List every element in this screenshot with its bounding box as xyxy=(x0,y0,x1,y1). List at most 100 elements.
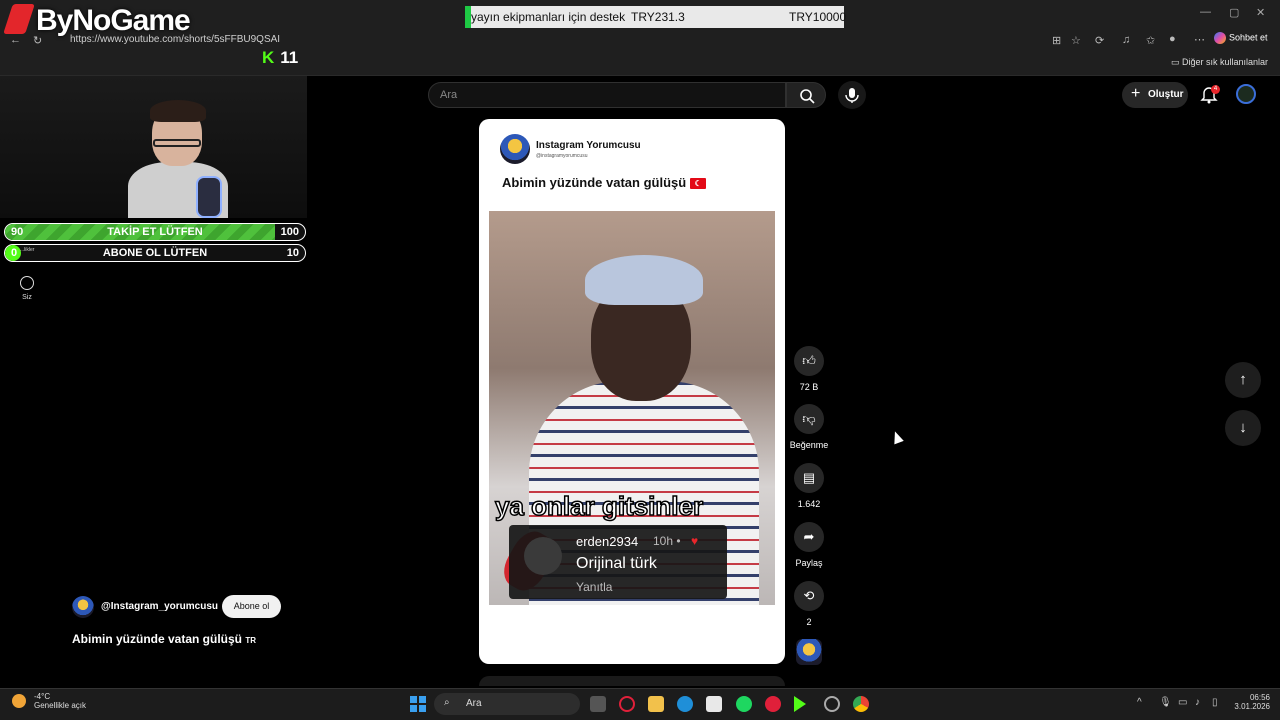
favorites-icon[interactable]: ✩ xyxy=(1146,34,1155,47)
copilot-icon xyxy=(1214,32,1226,44)
copilot-button[interactable]: Sohbet et xyxy=(1214,32,1274,48)
favorite-star-icon[interactable]: ☆ xyxy=(1071,34,1081,47)
follow-goal-target: 100 xyxy=(280,226,299,238)
ig-avatar xyxy=(500,134,530,164)
other-bookmarks-label: Diğer sık kullanılanlar xyxy=(1181,57,1268,67)
comment-time-value: 10h xyxy=(653,534,674,548)
goal-small-label: ...likler xyxy=(20,247,35,253)
mouse-cursor xyxy=(890,429,904,445)
subscribe-button[interactable]: Abone ol xyxy=(222,595,281,618)
bynogame-logo-text: ByNoGame xyxy=(36,4,191,37)
other-bookmarks[interactable]: ▭ Diğer sık kullanılanlar xyxy=(1171,57,1268,68)
tray-network-icon[interactable]: ▭ xyxy=(1178,697,1187,708)
windows-start-icon[interactable] xyxy=(410,696,426,712)
weather-widget[interactable]: -4°C Genellikle açık xyxy=(12,692,86,710)
donation-goal-bar: yayın ekipmanları için destek TRY231.3 T… xyxy=(465,6,847,28)
comment-icon: ▤ xyxy=(794,463,824,493)
minimize-icon[interactable]: — xyxy=(1200,6,1211,18)
dislike-button[interactable]: 👎︎ Beğenme xyxy=(789,404,829,450)
comment-count: 1.642 xyxy=(797,499,821,509)
next-short-button[interactable]: ↓ xyxy=(1225,410,1261,446)
edge-icon[interactable] xyxy=(677,696,693,712)
tray-battery-icon[interactable]: ▯ xyxy=(1212,697,1218,708)
comments-button[interactable]: ▤ 1.642 xyxy=(789,463,829,509)
profile-icon[interactable]: ● xyxy=(1169,33,1176,45)
notification-badge: 4 xyxy=(1211,85,1220,94)
heart-icon: ♥ xyxy=(691,534,699,548)
extension-icon[interactable]: ⟳ xyxy=(1095,34,1104,47)
read-aloud-icon[interactable]: ♫ xyxy=(1122,34,1130,46)
arrow-up-icon: ↑ xyxy=(1239,371,1247,388)
remix-button[interactable]: ⟲ 2 xyxy=(789,581,829,627)
turkey-flag-icon: ☾ xyxy=(690,178,707,190)
share-icon: ➦ xyxy=(794,522,824,552)
video-caption: ya onlar gitsinler xyxy=(494,490,704,522)
thumbs-down-icon: 👎︎ xyxy=(794,404,824,434)
donation-goal: TRY10000 xyxy=(789,10,847,24)
ig-channel-name: Instagram Yorumcusu xyxy=(536,140,641,151)
create-label: Oluştur xyxy=(1148,89,1184,100)
create-button[interactable]: + Oluştur xyxy=(1122,82,1188,108)
spotify-icon[interactable] xyxy=(736,696,752,712)
weather-icon xyxy=(12,694,26,708)
search-input[interactable]: Ara xyxy=(428,82,786,108)
follow-goal-label: TAKİP ET LÜTFEN xyxy=(107,226,203,238)
sound-avatar[interactable] xyxy=(796,639,822,665)
user-circle-icon xyxy=(20,276,34,290)
ig-handle: @instagramyorumcusu xyxy=(536,153,588,159)
post-title: Abimin yüzünde vatan gülüşü ☾ xyxy=(502,175,707,190)
subscribe-goal: 0 ABONE OL LÜTFEN 10 xyxy=(4,244,306,262)
bynogame-logo: ByNoGame xyxy=(3,4,191,38)
taskbar-clock[interactable]: 06:56 3.01.2026 xyxy=(1232,693,1270,711)
store-icon[interactable] xyxy=(706,696,722,712)
kick-logo-icon: K xyxy=(262,48,275,67)
search-button[interactable] xyxy=(786,82,826,108)
remix-count: 2 xyxy=(806,617,812,627)
task-view-icon[interactable] xyxy=(590,696,606,712)
taskbar-search[interactable]: ⌕ Ara xyxy=(434,693,580,715)
bookmarks-bar xyxy=(0,50,1280,76)
clock-date: 3.01.2026 xyxy=(1234,702,1270,711)
commenter-avatar xyxy=(524,537,562,575)
microphone-icon xyxy=(845,88,859,103)
voice-search-button[interactable] xyxy=(838,81,866,109)
tray-volume-icon[interactable]: ♪ xyxy=(1195,697,1200,708)
kick-viewer-count: K 11 xyxy=(262,48,298,68)
thumbs-up-icon: 👍︎ xyxy=(794,346,824,376)
like-count: 72 B xyxy=(799,382,819,392)
copilot-label: Sohbet et xyxy=(1229,32,1268,43)
search-icon: ⌕ xyxy=(444,697,450,708)
comment-overlay: erden2934 10h • ♥ Orijinal türk Yanıtla xyxy=(509,525,727,599)
opera-icon[interactable] xyxy=(765,696,781,712)
sidebar-item-you-label: Siz xyxy=(22,294,32,301)
channel-handle[interactable]: @Instagram_yorumcusu xyxy=(101,601,218,612)
donation-current: TRY231.3 xyxy=(631,10,685,24)
comment-text: Orijinal türk xyxy=(576,555,657,572)
tray-chevron-icon[interactable]: ^ xyxy=(1137,697,1142,708)
account-avatar[interactable] xyxy=(1236,84,1256,104)
short-player[interactable]: Instagram Yorumcusu @instagramyorumcusu … xyxy=(479,119,785,664)
tray-mic-icon[interactable]: 🎙︎ xyxy=(1159,697,1172,708)
chrome-icon[interactable] xyxy=(853,696,869,712)
kick-viewers-value: 11 xyxy=(280,48,299,67)
close-icon[interactable]: ✕ xyxy=(1256,6,1265,19)
opera-gx-icon[interactable] xyxy=(619,696,635,712)
video-frame[interactable]: ya onlar gitsinler erden2934 10h • ♥ Ori… xyxy=(489,211,775,605)
more-icon[interactable]: ⋯ xyxy=(1194,33,1205,46)
file-explorer-icon[interactable] xyxy=(648,696,664,712)
plus-icon: + xyxy=(1131,85,1141,102)
like-button[interactable]: 👍︎ 72 B xyxy=(789,346,829,392)
sidebar-item-you[interactable]: Siz xyxy=(14,276,40,301)
clock-time: 06:56 xyxy=(1249,693,1270,702)
share-button[interactable]: ➦ Paylaş xyxy=(789,522,829,568)
post-title-text: Abimin yüzünde vatan gülüşü xyxy=(502,175,687,190)
previous-short-button[interactable]: ↑ xyxy=(1225,362,1261,398)
media-player-icon[interactable] xyxy=(794,696,806,712)
maximize-icon[interactable]: ▢ xyxy=(1229,6,1239,19)
webcam-overlay xyxy=(0,76,307,218)
comment-reply-link: Yanıtla xyxy=(576,580,613,594)
app-icon[interactable]: ⊞ xyxy=(1052,34,1061,47)
weather-desc: Genellikle açık xyxy=(34,701,87,710)
flag-code: TR xyxy=(245,636,257,645)
obs-icon[interactable] xyxy=(824,696,840,712)
